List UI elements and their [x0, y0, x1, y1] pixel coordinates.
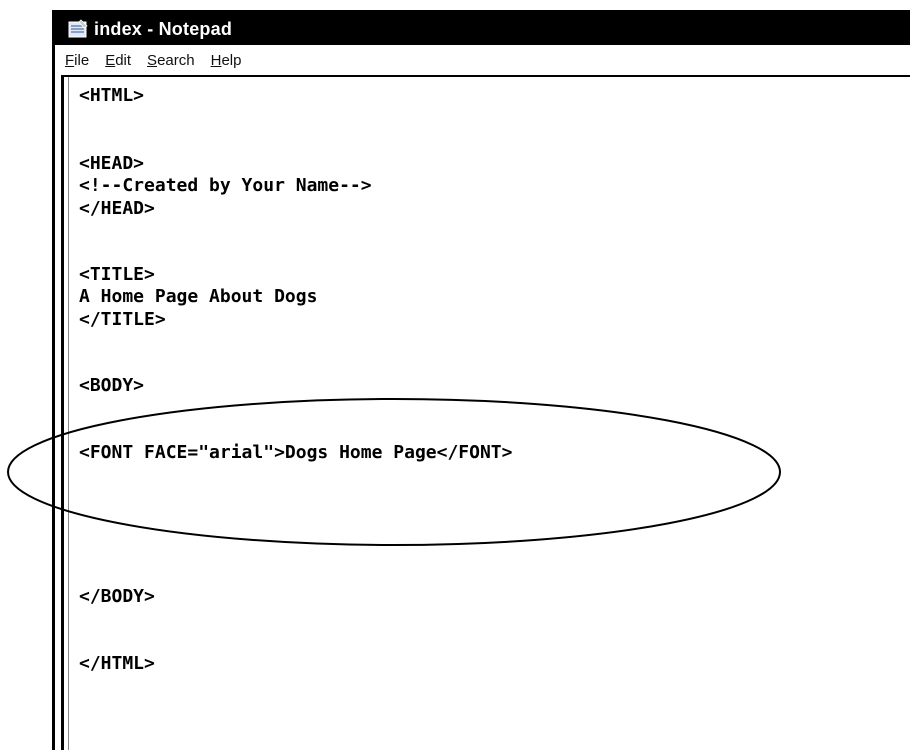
code-line-title-text: A Home Page About Dogs — [79, 286, 318, 307]
menu-file[interactable]: File — [65, 52, 89, 69]
code-line-body-close: </BODY> — [79, 586, 155, 607]
menu-bar: File Edit Search Help — [55, 45, 910, 75]
editor-inner: <HTML> <HEAD> <!--Created by Your Name--… — [68, 77, 910, 750]
menu-help[interactable]: Help — [211, 52, 242, 69]
notepad-window: index - Notepad File Edit Search Help <H… — [52, 10, 910, 750]
title-bar[interactable]: index - Notepad — [55, 13, 910, 45]
text-editor-area[interactable]: <HTML> <HEAD> <!--Created by Your Name--… — [61, 75, 910, 750]
code-line-title-close: </TITLE> — [79, 309, 166, 330]
code-line-head-close: </HEAD> — [79, 198, 155, 219]
window-title: index - Notepad — [94, 18, 233, 39]
notepad-icon — [68, 19, 88, 38]
menu-search[interactable]: Search — [147, 52, 195, 69]
code-line-html-close: </HTML> — [79, 653, 155, 674]
code-line-title-open: <TITLE> — [79, 264, 155, 285]
code-line-body-open: <BODY> — [79, 375, 145, 396]
code-line-font: <FONT FACE="arial">Dogs Home Page</FONT> — [79, 442, 513, 463]
code-line-head-open: <HEAD> — [79, 153, 145, 174]
code-line-html-open: <HTML> — [79, 85, 145, 106]
menu-edit[interactable]: Edit — [105, 52, 131, 69]
code-line-comment: <!--Created by Your Name--> — [79, 175, 372, 196]
